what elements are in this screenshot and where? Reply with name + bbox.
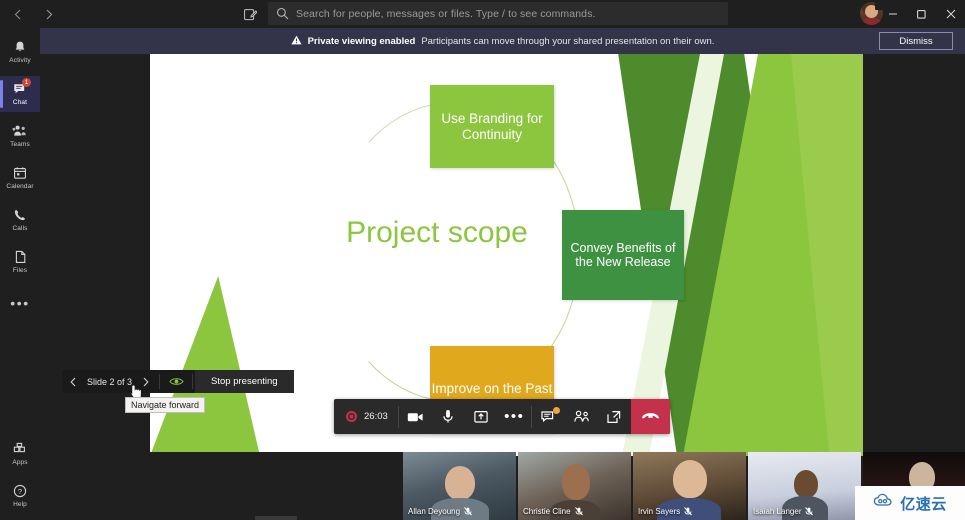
sidebar-item-activity[interactable]: Activity [0,34,40,70]
dismiss-button[interactable]: Dismiss [879,32,953,50]
sidebar-item-files[interactable]: Files [0,244,40,280]
sidebar-label-apps: Apps [12,459,28,467]
stop-presenting-button[interactable]: Stop presenting [195,370,294,393]
more-apps-button[interactable]: ••• [0,290,40,316]
watermark: 亿速云 [855,486,965,520]
ellipsis-icon: ••• [504,408,525,425]
sidebar-item-teams[interactable]: Teams [0,118,40,154]
call-control-bar: 26:03 ••• [334,399,670,434]
participant-tile[interactable]: Allan Deyoung [403,452,516,520]
shared-presentation-slide[interactable]: Project scope Use Branding for Continuit… [150,54,863,456]
stage-bottom-strip [40,452,403,520]
navigate-back-button[interactable] [62,370,84,393]
sidebar-item-apps[interactable]: Apps [0,436,40,472]
search-icon [276,7,289,20]
warning-triangle-icon [290,32,302,50]
camera-button[interactable] [399,399,432,434]
forward-button[interactable] [40,5,58,23]
more-actions-button[interactable]: ••• [498,399,531,434]
title-bar: Search for people, messages or files. Ty… [0,0,965,28]
participant-name: Allan Deyoung [408,507,461,516]
chat-unread-badge: 1 [22,78,31,87]
teams-window: Search for people, messages or files. Ty… [0,0,965,520]
sidebar-item-chat[interactable]: 1 Chat [0,76,40,112]
sidebar-label-help: Help [13,501,27,509]
left-navigation-rail: Activity 1 Chat Teams Calendar Calls Fil… [0,28,40,520]
banner-title: Private viewing enabled [307,35,416,47]
slide-decoration-corner-wedge [150,276,260,456]
slide-box-benefits: Convey Benefits of the New Release [562,210,684,300]
sidebar-item-calendar[interactable]: Calendar [0,160,40,196]
minimize-button[interactable] [878,0,907,28]
window-controls [878,0,965,28]
teams-icon [12,124,28,139]
sidebar-label-files: Files [12,267,28,275]
private-viewing-banner: Private viewing enabled Participants can… [40,28,965,54]
hangup-button[interactable] [630,399,670,434]
muted-microphone-icon [684,507,693,516]
meeting-stage: Project scope Use Branding for Continuit… [40,54,965,520]
participant-tile[interactable]: Isaiah Langer [748,452,861,520]
navigate-forward-tooltip: Navigate forward [125,397,206,413]
sidebar-label-calls: Calls [12,225,28,233]
private-view-eye-icon[interactable] [162,370,190,393]
muted-microphone-icon [574,507,583,516]
participant-name: Irvin Sayers [638,507,681,516]
microphone-button[interactable] [432,399,465,434]
maximize-button[interactable] [907,0,936,28]
call-duration: 26:03 [364,411,388,422]
taskbar-hint [255,516,297,520]
chat-notification-badge [552,407,560,414]
sidebar-label-activity: Activity [9,57,31,65]
share-screen-button[interactable] [465,399,498,434]
participant-name: Christie Cline [523,507,571,516]
sidebar-label-teams: Teams [10,141,30,149]
participant-tile[interactable]: Irvin Sayers [633,452,746,520]
search-input[interactable]: Search for people, messages or files. Ty… [268,2,728,25]
calendar-icon [13,166,27,181]
chat-button[interactable] [532,399,565,434]
participants-button[interactable] [565,399,598,434]
apps-icon [13,442,27,457]
phone-icon [13,208,27,223]
history-navigation [8,5,58,23]
breakout-rooms-button[interactable] [598,399,631,434]
sidebar-label-chat: Chat [12,99,28,107]
help-icon: ? [13,484,27,499]
slide-counter-label: Slide 2 of 3 [87,376,133,387]
recording-dot-icon [346,411,357,422]
recording-indicator: 26:03 [334,411,398,422]
slide-box-branding: Use Branding for Continuity [430,85,554,168]
sidebar-item-help[interactable]: ? Help [0,478,40,514]
banner-description: Participants can move through your share… [421,35,715,47]
sidebar-label-calendar: Calendar [6,183,34,191]
compose-new-chat-icon[interactable] [241,5,259,23]
close-button[interactable] [936,0,965,28]
muted-microphone-icon [805,507,814,516]
svg-text:?: ? [18,487,22,496]
back-button[interactable] [8,5,26,23]
participant-name: Isaiah Langer [753,507,802,516]
navigate-forward-button[interactable] [135,370,157,393]
bell-icon [13,40,27,55]
participant-tile[interactable]: Christie Cline [518,452,631,520]
files-icon [14,250,27,265]
search-placeholder: Search for people, messages or files. Ty… [296,7,596,20]
sidebar-item-calls[interactable]: Calls [0,202,40,238]
rail-bottom-section: Apps ? Help [0,430,40,520]
cloud-logo-icon [873,493,895,514]
slide-center-title: Project scope [346,216,528,249]
watermark-text: 亿速云 [900,495,947,513]
presenter-controls: Slide 2 of 3 Stop presenting [62,370,294,393]
muted-microphone-icon [464,507,472,516]
